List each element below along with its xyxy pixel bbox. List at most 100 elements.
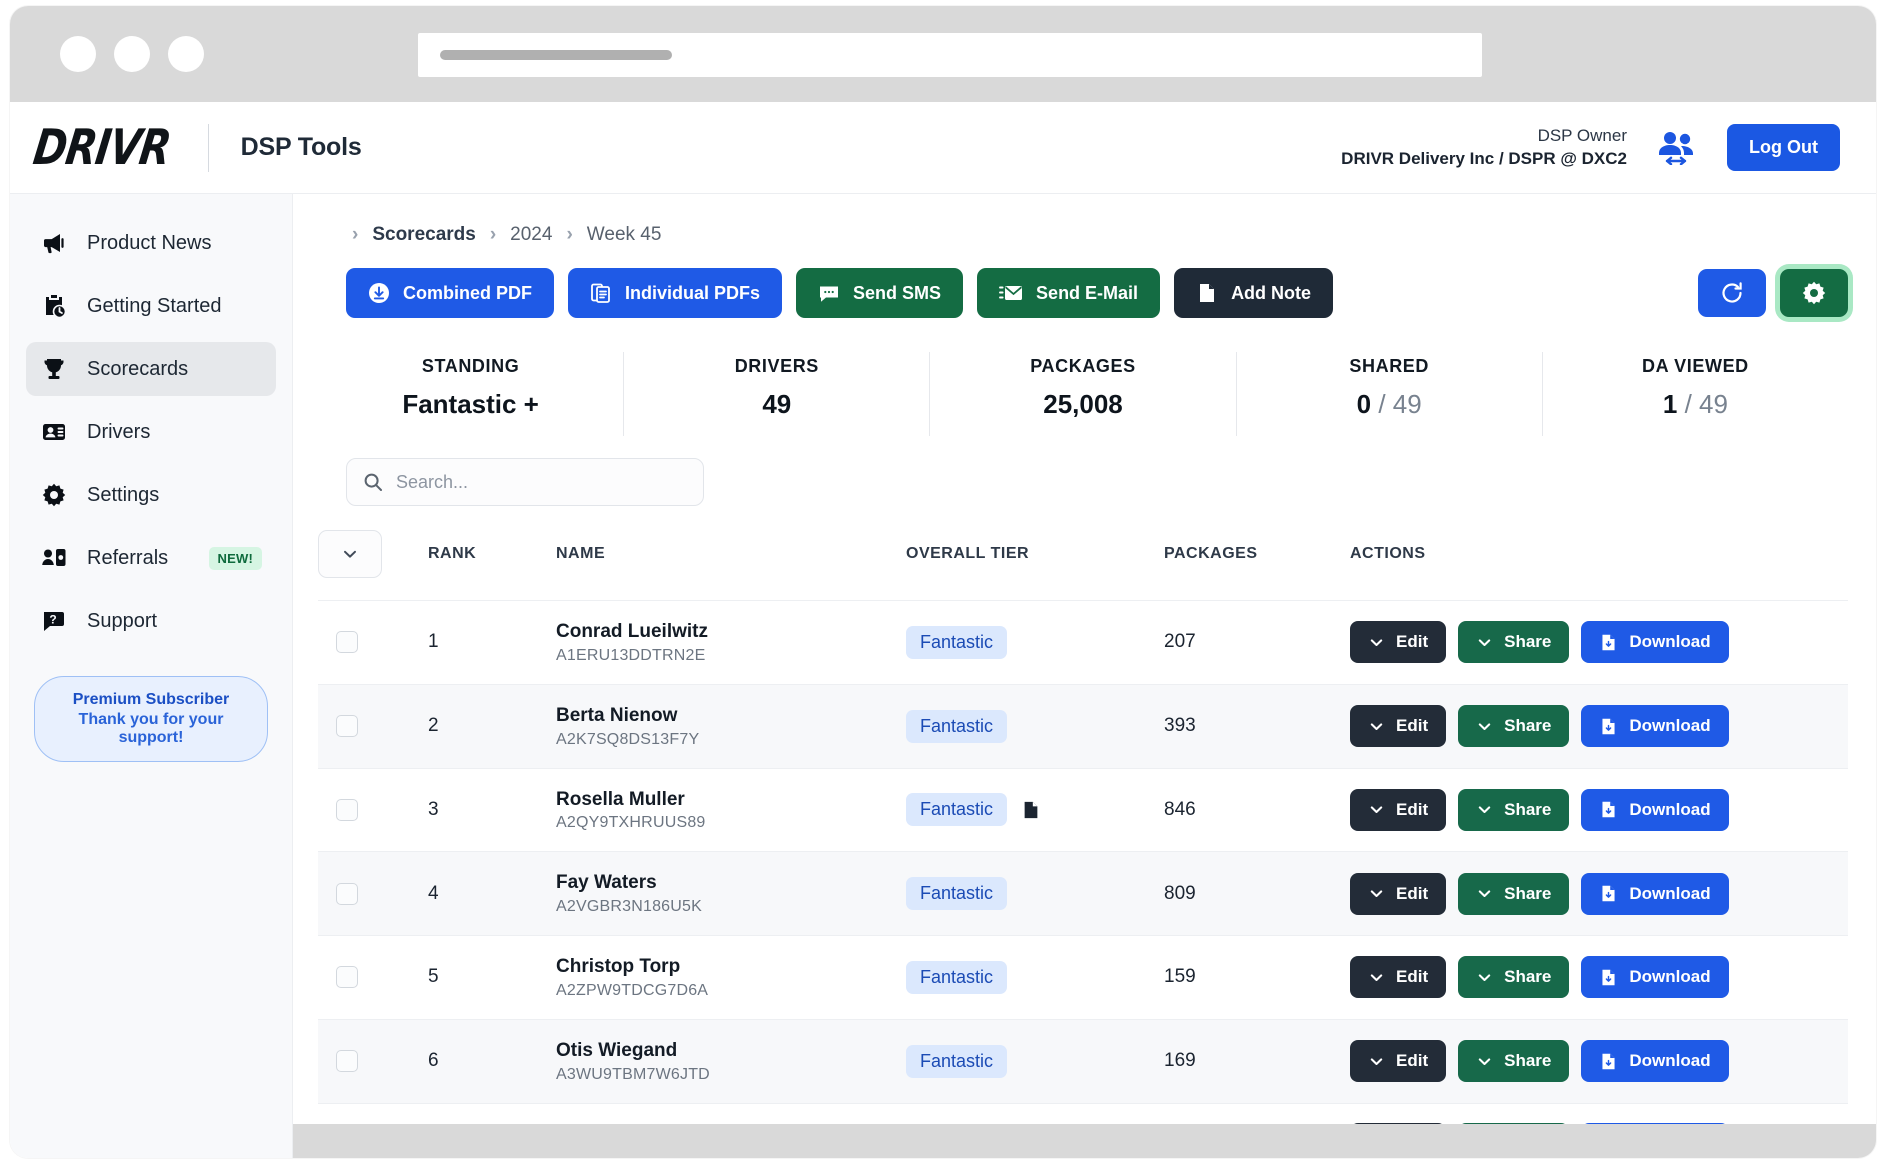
row-checkbox[interactable] bbox=[336, 799, 358, 821]
url-bar[interactable] bbox=[418, 33, 1482, 77]
share-button[interactable]: Share bbox=[1458, 873, 1569, 915]
table-row[interactable]: 4Fay WatersA2VGBR3N186U5KFantastic809Edi… bbox=[318, 852, 1848, 936]
share-button[interactable]: Share bbox=[1458, 705, 1569, 747]
breadcrumb-week[interactable]: Week 45 bbox=[587, 224, 662, 246]
driver-name: Rosella Muller bbox=[556, 788, 906, 812]
select-all-header bbox=[318, 530, 428, 601]
chevron-down-icon bbox=[1368, 1053, 1385, 1070]
sidebar-item-support[interactable]: ? Support bbox=[26, 594, 276, 648]
share-button[interactable]: Share bbox=[1458, 789, 1569, 831]
share-button[interactable]: Share bbox=[1458, 956, 1569, 998]
send-email-button[interactable]: Send E-Mail bbox=[977, 268, 1160, 318]
chevron-down-icon bbox=[1476, 969, 1493, 986]
row-name-cell: Fay WatersA2VGBR3N186U5K bbox=[556, 852, 906, 936]
header-rank[interactable]: RANK bbox=[428, 530, 556, 601]
download-button[interactable]: Download bbox=[1581, 956, 1728, 998]
edit-button[interactable]: Edit bbox=[1350, 956, 1446, 998]
edit-button[interactable]: Edit bbox=[1350, 873, 1446, 915]
breadcrumb: › Scorecards › 2024 › Week 45 bbox=[293, 194, 1876, 246]
people-swap-icon[interactable] bbox=[1657, 131, 1697, 165]
note-document-icon[interactable] bbox=[1021, 800, 1041, 820]
select-all-dropdown[interactable] bbox=[318, 530, 382, 578]
download-button[interactable]: Download bbox=[1581, 705, 1728, 747]
table-row[interactable]: 3Rosella MullerA2QY9TXHRUUS89Fantastic84… bbox=[318, 768, 1848, 852]
header-packages[interactable]: PACKAGES bbox=[1164, 530, 1350, 601]
close-window-dot[interactable] bbox=[60, 36, 96, 72]
refresh-button[interactable] bbox=[1698, 269, 1766, 317]
driver-id: A2ZPW9TDCG7D6A bbox=[556, 982, 906, 1000]
individual-pdfs-button[interactable]: Individual PDFs bbox=[568, 268, 782, 318]
sidebar-item-product-news[interactable]: Product News bbox=[26, 216, 276, 270]
row-rank-cell: 5 bbox=[428, 936, 556, 1020]
edit-button[interactable]: Edit bbox=[1350, 621, 1446, 663]
breadcrumb-scorecards[interactable]: Scorecards bbox=[372, 224, 476, 246]
send-sms-button[interactable]: Send SMS bbox=[796, 268, 963, 318]
download-file-icon bbox=[1599, 717, 1618, 736]
combined-pdf-button[interactable]: Combined PDF bbox=[346, 268, 554, 318]
table-row[interactable]: 5Christop TorpA2ZPW9TDCG7D6AFantastic159… bbox=[318, 936, 1848, 1020]
send-sms-label: Send SMS bbox=[853, 283, 941, 304]
download-button[interactable]: Download bbox=[1581, 621, 1728, 663]
browser-chrome-bar bbox=[10, 6, 1876, 102]
stat-total: / 49 bbox=[1677, 389, 1728, 419]
search-input[interactable] bbox=[396, 472, 687, 493]
row-packages-cell: 159 bbox=[1164, 936, 1350, 1020]
row-actions-cell: Edit Share Download bbox=[1350, 936, 1848, 1020]
row-rank: 3 bbox=[428, 799, 439, 820]
sidebar-item-label: Referrals bbox=[87, 547, 168, 570]
brand[interactable]: DRIVR DSP Tools bbox=[32, 124, 362, 172]
refresh-icon bbox=[1719, 280, 1745, 306]
table-row[interactable]: 2Berta NienowA2K7SQ8DS13F7YFantastic393E… bbox=[318, 684, 1848, 768]
row-checkbox[interactable] bbox=[336, 631, 358, 653]
document-icon bbox=[1196, 282, 1218, 304]
row-checkbox[interactable] bbox=[336, 1050, 358, 1072]
logout-button[interactable]: Log Out bbox=[1727, 124, 1840, 171]
edit-button[interactable]: Edit bbox=[1350, 705, 1446, 747]
sidebar-item-scorecards[interactable]: Scorecards bbox=[26, 342, 276, 396]
row-packages-cell: 393 bbox=[1164, 684, 1350, 768]
tier-badge: Fantastic bbox=[906, 626, 1007, 659]
download-file-icon bbox=[1599, 800, 1618, 819]
premium-subscriber-card[interactable]: Premium Subscriber Thank you for your su… bbox=[34, 676, 268, 762]
edit-button[interactable]: Edit bbox=[1350, 1040, 1446, 1082]
add-note-button[interactable]: Add Note bbox=[1174, 268, 1333, 318]
row-checkbox[interactable] bbox=[336, 715, 358, 737]
table-row[interactable]: 1Conrad LueilwitzA1ERU13DDTRN2EFantastic… bbox=[318, 601, 1848, 685]
row-actions-cell: Edit Share Download bbox=[1350, 1019, 1848, 1103]
row-checkbox[interactable] bbox=[336, 883, 358, 905]
download-button[interactable]: Download bbox=[1581, 1040, 1728, 1082]
tier-badge: Fantastic bbox=[906, 1045, 1007, 1078]
share-label: Share bbox=[1504, 632, 1551, 652]
breadcrumb-year[interactable]: 2024 bbox=[510, 224, 552, 246]
row-tier-cell: Fantastic bbox=[906, 684, 1164, 768]
sidebar-item-drivers[interactable]: Drivers bbox=[26, 405, 276, 459]
search-box[interactable] bbox=[346, 458, 704, 506]
row-checkbox[interactable] bbox=[336, 966, 358, 988]
row-tier-cell: Fantastic bbox=[906, 852, 1164, 936]
chevron-down-icon bbox=[1476, 634, 1493, 651]
chevron-down-icon bbox=[1368, 885, 1385, 902]
download-button[interactable]: Download bbox=[1581, 873, 1728, 915]
table-row[interactable]: 6Otis WiegandA3WU9TBM7W6JTDFantastic169E… bbox=[318, 1019, 1848, 1103]
table-settings-button[interactable] bbox=[1780, 269, 1848, 317]
header-name[interactable]: NAME bbox=[556, 530, 906, 601]
driver-id: A1ERU13DDTRN2E bbox=[556, 647, 906, 665]
maximize-window-dot[interactable] bbox=[168, 36, 204, 72]
edit-label: Edit bbox=[1396, 967, 1428, 987]
stat-number: 25,008 bbox=[1043, 389, 1123, 419]
sidebar-item-getting-started[interactable]: Getting Started bbox=[26, 279, 276, 333]
share-button[interactable]: Share bbox=[1458, 1040, 1569, 1082]
download-label: Download bbox=[1629, 967, 1710, 987]
header-overall-tier[interactable]: OVERALL TIER bbox=[906, 530, 1164, 601]
sidebar-item-referrals[interactable]: Referrals NEW! bbox=[26, 531, 276, 585]
window-controls[interactable] bbox=[60, 36, 204, 72]
minimize-window-dot[interactable] bbox=[114, 36, 150, 72]
download-button[interactable]: Download bbox=[1581, 789, 1728, 831]
share-button[interactable]: Share bbox=[1458, 621, 1569, 663]
share-label: Share bbox=[1504, 716, 1551, 736]
edit-button[interactable]: Edit bbox=[1350, 789, 1446, 831]
app-root: DRIVR DSP Tools DSP Owner DRIVR Delivery… bbox=[10, 102, 1876, 1158]
sidebar-item-settings[interactable]: Settings bbox=[26, 468, 276, 522]
row-checkbox-cell bbox=[318, 684, 428, 768]
row-checkbox-cell bbox=[318, 852, 428, 936]
